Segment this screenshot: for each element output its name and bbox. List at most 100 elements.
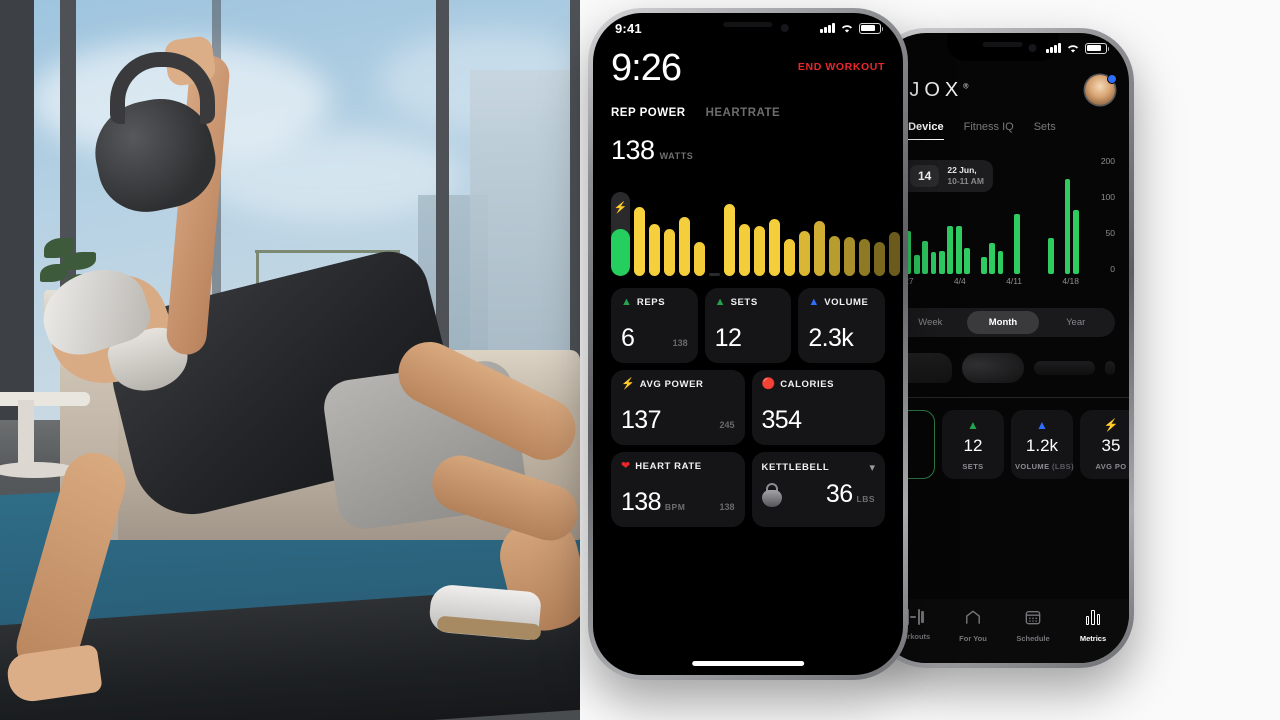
stat-value: 12 [963,436,983,455]
device-thumbnail-bar[interactable] [1033,361,1095,375]
chevrons-up-icon: ▲ [967,418,979,432]
chart-bar [829,235,840,276]
chart-bar [913,255,920,274]
bolt-icon: ⚡ [1103,418,1119,432]
metric-tab-strip: REP POWER HEARTRATE [611,107,885,119]
card-label: SETS [730,297,758,308]
card-reps[interactable]: ▲ REPS 6 138 [611,288,698,363]
chart-bar [1014,213,1021,274]
chart-bar [739,223,750,276]
tab-rep-power[interactable]: REP POWER [611,107,686,119]
weight-icon: ▲ [1036,418,1048,432]
device-thumbnail-roller[interactable] [962,353,1024,383]
card-body: 137 245 [621,406,735,435]
notification-dot-icon [1107,74,1117,84]
card-value: 354 [761,406,803,434]
home-indicator[interactable] [692,661,804,666]
avatar[interactable] [1085,74,1117,105]
card-body: 354 [762,406,876,435]
period-selector[interactable]: Week Month Year [891,308,1115,337]
card-label: AVG POWER [639,379,704,390]
card-heart-rate[interactable]: ❤ HEART RATE 138 BPM 138 [611,452,745,527]
y-tick-label: 100 [1100,192,1115,202]
tab-label: Schedule [1016,634,1050,643]
side-table-top [0,392,90,406]
metric-unit: WATTS [659,151,694,161]
tooltip-count: 14 [910,165,940,187]
by-device-bar-chart[interactable]: 14 22 Jun, 10-11 AM 200100500 3/274/44/1… [891,156,1115,296]
back-phone-content: KJOX® By Device Fitness IQ Sets 14 22 Ju… [877,63,1129,296]
period-month[interactable]: Month [966,311,1040,334]
period-year[interactable]: Year [1039,311,1112,334]
card-kettlebell[interactable]: KETTLEBELL ▾ 36 LBS [751,452,885,527]
stat-card-volume[interactable]: ▲ 1.2k VOLUME (LBS) [1011,410,1074,479]
stat-label: AVG PO [1095,462,1127,471]
stat-card-row: ❤ HEART RATE 138 BPM 138 KETTLEBELL ▾ 36… [611,452,885,527]
chart-bar [814,220,825,276]
tab-metrics[interactable]: Metrics [1063,609,1123,647]
card-volume[interactable]: ▲ VOLUME 2.3k [798,288,886,363]
chart-bar [930,252,937,274]
side-table-stem [18,400,34,470]
card-header: ❤ HEART RATE [621,460,735,473]
chart-bar [922,241,929,274]
back-status-icons [1046,42,1110,54]
card-label: CALORIES [780,379,835,390]
card-sets[interactable]: ▲ SETS 12 [704,288,792,363]
y-tick-label: 0 [1110,264,1115,274]
stat-card-sets[interactable]: ▲ 12 SETS [942,410,1004,479]
card-label: KETTLEBELL [761,462,830,473]
y-tick-label: 200 [1100,156,1115,166]
stat-value: 1.2k [1025,436,1059,455]
end-workout-button[interactable]: END WORKOUT [798,61,885,73]
tab-schedule[interactable]: Schedule [1003,609,1063,647]
chevron-down-icon[interactable]: ▾ [869,461,875,474]
card-avg-power[interactable]: ⚡ AVG POWER 137 245 [611,370,745,445]
stat-card-avg-power[interactable]: ⚡ 35 AVG PO [1080,410,1129,479]
chart-bar [964,247,970,274]
front-phone-device: 9:41 9:26 END WORKOUT REP POWER HEARTRAT… [588,8,908,680]
tab-heartrate[interactable]: HEARTRATE [706,107,781,119]
divider [877,397,1129,398]
chart-bars [634,180,900,276]
stat-value: 35 [1101,436,1121,455]
bolt-icon: ⚡ [621,378,635,390]
metric-value: 138 [611,135,655,165]
workout-header: 9:26 END WORKOUT [611,49,885,87]
back-tab-strip: By Device Fitness IQ Sets [891,121,1115,140]
front-phone-screen: 9:41 9:26 END WORKOUT REP POWER HEARTRAT… [593,13,903,675]
calendar-icon [1025,611,1041,625]
card-value: 6 [621,324,635,352]
chart-bar [938,250,945,274]
card-subvalue: 245 [719,420,735,430]
bottom-tab-bar: Workouts For You Schedule Metrics [877,599,1129,663]
card-calories[interactable]: 🔴 CALORIES 354 [751,370,885,445]
battery-icon [1085,42,1110,54]
tab-label: Metrics [1079,634,1107,643]
rep-power-bar-chart[interactable]: ⚡ [611,180,900,276]
card-value-group: 36 LBS [826,480,875,509]
card-value: 12 [714,324,742,352]
card-value: 2.3k [808,324,854,352]
chart-bar [664,228,675,276]
tab-for-you[interactable]: For You [943,609,1003,647]
chart-bar [799,230,810,276]
chevrons-up-icon: ▲ [621,296,632,308]
device-thumbnail-row[interactable] [891,353,1115,383]
card-body: 12 [715,324,782,353]
stat-label: VOLUME (LBS) [1015,462,1074,471]
front-phone-content: 9:26 END WORKOUT REP POWER HEARTRATE 138… [593,43,903,527]
status-icons [820,22,884,34]
tab-sets[interactable]: Sets [1034,121,1056,140]
chart-bar [769,218,780,276]
device-thumbnail-partial[interactable] [1104,361,1115,375]
chart-bar [679,217,690,276]
chart-bar [754,225,765,276]
card-value-group: 138 BPM [621,488,685,517]
cellular-bars-icon [1046,43,1061,53]
card-header: 🔴 CALORIES [762,379,876,391]
registered-mark-icon: ® [963,82,969,90]
back-stat-row: ▲ 12 SETS ▲ 1.2k VOLUME (LBS) ⚡ 35 AVG P… [889,410,1129,479]
heart-icon: ❤ [621,460,631,472]
tab-fitness-iq[interactable]: Fitness IQ [964,121,1014,140]
